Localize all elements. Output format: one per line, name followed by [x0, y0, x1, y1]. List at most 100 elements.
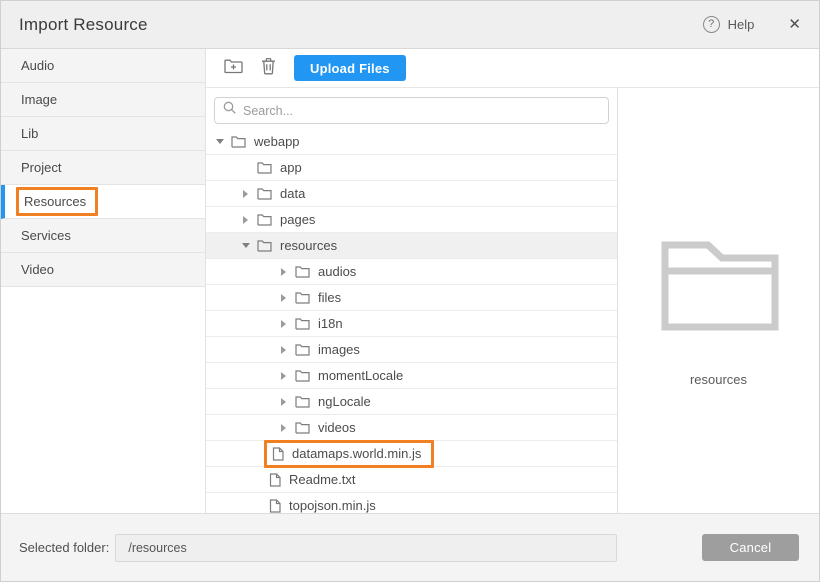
tree-row[interactable]: audios	[206, 259, 617, 285]
search-icon	[223, 101, 237, 120]
tree-row-content: Readme.txt	[269, 473, 355, 487]
folder-icon	[257, 187, 272, 200]
tree-row-content: ngLocale	[295, 395, 371, 408]
sidebar-item-label: Audio	[21, 59, 54, 72]
tree-row[interactable]: pages	[206, 207, 617, 233]
sidebar-item-label: Project	[21, 161, 61, 174]
preview-folder-label: resources	[690, 372, 747, 387]
tree-row-label: files	[318, 291, 341, 304]
expander-caret-icon[interactable]	[278, 396, 289, 407]
folder-icon	[257, 213, 272, 226]
sidebar-item-label: Video	[21, 263, 54, 276]
sidebar-item-video[interactable]: Video	[1, 253, 205, 287]
tree-row-content: pages	[257, 213, 315, 226]
tree-row[interactable]: data	[206, 181, 617, 207]
tree-row-content: webapp	[231, 135, 300, 148]
expander-caret-icon[interactable]	[240, 214, 251, 225]
tree-row-label: videos	[318, 421, 356, 434]
new-folder-button[interactable]	[224, 58, 243, 79]
expander-caret-icon[interactable]	[214, 136, 225, 147]
expander-caret-icon[interactable]	[278, 422, 289, 433]
folder-icon	[257, 161, 272, 174]
tree-row[interactable]: resources	[206, 233, 617, 259]
sidebar-item-label: Image	[21, 93, 57, 106]
sidebar-item-project[interactable]: Project	[1, 151, 205, 185]
search-box	[214, 97, 609, 124]
tree-row[interactable]: images	[206, 337, 617, 363]
dialog-body: Audio Image Lib Project Resources Servic…	[1, 49, 819, 513]
tree-row-content: resources	[257, 239, 337, 252]
main-panel: Upload Files web	[206, 49, 819, 513]
cancel-button[interactable]: Cancel	[702, 534, 799, 561]
expander-caret-icon[interactable]	[278, 318, 289, 329]
tree-row[interactable]: Readme.txt	[206, 467, 617, 493]
tree-row-content: app	[257, 161, 302, 174]
tree-row-label: pages	[280, 213, 315, 226]
content-area: webapp app data	[206, 88, 819, 513]
tree-row-content: topojson.min.js	[269, 499, 376, 513]
expander-caret-icon[interactable]	[240, 188, 251, 199]
selected-folder-label: Selected folder:	[19, 540, 109, 555]
sidebar-item-label: Resources	[16, 187, 98, 216]
delete-button[interactable]	[261, 57, 276, 80]
sidebar-item-resources[interactable]: Resources	[1, 185, 205, 219]
file-icon	[269, 473, 281, 487]
file-icon	[269, 499, 281, 513]
tree-row-content: files	[295, 291, 341, 304]
folder-icon	[257, 239, 272, 252]
tree-row-label: webapp	[254, 135, 300, 148]
page-title: Import Resource	[19, 15, 148, 35]
sidebar: Audio Image Lib Project Resources Servic…	[1, 49, 206, 513]
import-resource-dialog: Import Resource ? Help ✕ Audio Image Lib…	[0, 0, 820, 582]
tree-row-content: momentLocale	[295, 369, 403, 382]
tree-row-label: app	[280, 161, 302, 174]
tree-row-label: data	[280, 187, 305, 200]
close-icon[interactable]: ✕	[788, 17, 801, 32]
folder-icon	[295, 395, 310, 408]
tree-row-label: i18n	[318, 317, 343, 330]
sidebar-item-label: Lib	[21, 127, 38, 140]
tree-row-label: resources	[280, 239, 337, 252]
sidebar-item-services[interactable]: Services	[1, 219, 205, 253]
dialog-footer: Selected folder: Cancel	[1, 513, 819, 581]
tree-row-label: ngLocale	[318, 395, 371, 408]
sidebar-item-image[interactable]: Image	[1, 83, 205, 117]
folder-icon	[295, 369, 310, 382]
tree-row-label: datamaps.world.min.js	[292, 447, 421, 460]
tree-row-label: Readme.txt	[289, 473, 355, 486]
tree-row-content: datamaps.world.min.js	[264, 440, 434, 468]
expander-caret-icon[interactable]	[278, 292, 289, 303]
help-button[interactable]: ? Help	[703, 16, 755, 33]
tree-row-content: data	[257, 187, 305, 200]
preview-panel: resources	[618, 88, 819, 513]
expander-caret-icon[interactable]	[240, 240, 251, 251]
expander-caret-icon[interactable]	[278, 344, 289, 355]
folder-icon	[295, 343, 310, 356]
tree-row-content: videos	[295, 421, 356, 434]
tree-row[interactable]: ngLocale	[206, 389, 617, 415]
tree-row-content: images	[295, 343, 360, 356]
header-actions: ? Help ✕	[703, 16, 801, 33]
sidebar-item-lib[interactable]: Lib	[1, 117, 205, 151]
tree-row[interactable]: files	[206, 285, 617, 311]
tree-row[interactable]: videos	[206, 415, 617, 441]
file-tree: webapp app data	[206, 129, 617, 513]
tree-row[interactable]: app	[206, 155, 617, 181]
tree-row[interactable]: i18n	[206, 311, 617, 337]
tree-row-label: momentLocale	[318, 369, 403, 382]
tree-row[interactable]: momentLocale	[206, 363, 617, 389]
tree-row-label: images	[318, 343, 360, 356]
upload-files-button[interactable]: Upload Files	[294, 55, 406, 81]
folder-icon	[295, 265, 310, 278]
expander-caret-icon[interactable]	[278, 266, 289, 277]
tree-panel: webapp app data	[206, 88, 618, 513]
tree-row[interactable]: topojson.min.js	[206, 493, 617, 513]
sidebar-item-audio[interactable]: Audio	[1, 49, 205, 83]
tree-row[interactable]: datamaps.world.min.js	[206, 441, 617, 467]
help-label: Help	[728, 17, 755, 32]
expander-caret-icon[interactable]	[278, 370, 289, 381]
selected-folder-input[interactable]	[115, 534, 617, 562]
search-input[interactable]	[243, 104, 600, 118]
tree-row-label: topojson.min.js	[289, 499, 376, 512]
tree-row[interactable]: webapp	[206, 129, 617, 155]
